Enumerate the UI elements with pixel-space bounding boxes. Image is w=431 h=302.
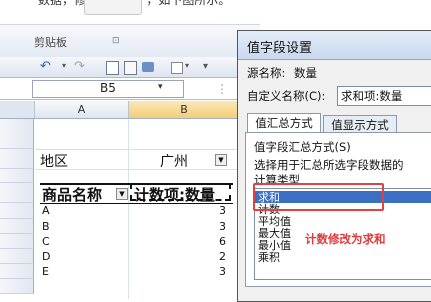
- pivot-item-name: E: [42, 265, 49, 278]
- paste-button-fragment[interactable]: [84, 0, 142, 15]
- pivot-item-value: 6: [219, 235, 226, 248]
- row-header[interactable]: [0, 169, 34, 183]
- checkbox-icon[interactable]: [171, 62, 183, 74]
- annotation-text: 计数修改为求和: [305, 232, 386, 246]
- select-all-corner[interactable]: [0, 101, 35, 119]
- list-item-average[interactable]: 平均值: [258, 216, 291, 227]
- pivot-item-name: D: [42, 250, 51, 263]
- pivot-item-value: 3: [219, 204, 226, 217]
- filter-dropdown-icon[interactable]: ▼: [215, 154, 227, 166]
- name-box-value: B5: [100, 81, 116, 95]
- custom-name-label: 自定义名称(C):: [247, 89, 326, 103]
- chevron-down-icon[interactable]: ▾: [158, 82, 163, 92]
- undo-icon[interactable]: ↶: [40, 59, 51, 74]
- clipboard-group-label: 剪贴板: [34, 36, 67, 49]
- filter-label: 地区: [40, 154, 68, 170]
- row-header[interactable]: [0, 234, 34, 249]
- pivot-item-name: C: [42, 235, 50, 248]
- source-name-value: 数量: [294, 66, 317, 80]
- grid-line: [35, 149, 239, 150]
- row-header[interactable]: [0, 119, 34, 149]
- more-commands-icon[interactable]: ▾: [203, 61, 208, 72]
- print-preview-icon[interactable]: [106, 61, 119, 75]
- row-labels-header: 商品名称: [42, 186, 103, 204]
- dialog-title: 值字段设置: [247, 41, 313, 56]
- list-item-min[interactable]: 最小值: [258, 240, 291, 251]
- annotation-highlight-box: [253, 183, 384, 211]
- row-header[interactable]: [0, 219, 34, 234]
- grid-line: [128, 119, 129, 299]
- tab-show-values-as[interactable]: 值显示方式: [323, 115, 397, 133]
- column-header-b[interactable]: B: [129, 101, 240, 119]
- pivot-item-name: B: [42, 220, 50, 233]
- row-header[interactable]: [0, 249, 34, 264]
- list-item-max[interactable]: 最大值: [258, 228, 291, 239]
- list-item-product[interactable]: 乘积: [258, 252, 280, 263]
- row-labels-dropdown-icon[interactable]: ▼: [116, 188, 128, 200]
- row-header[interactable]: [0, 149, 34, 169]
- custom-name-field[interactable]: 求和项:数量: [337, 86, 431, 106]
- chart-icon[interactable]: [142, 62, 154, 72]
- pivot-item-value: 3: [219, 220, 226, 233]
- column-header-a[interactable]: A: [35, 101, 129, 119]
- source-name-label: 源名称:: [247, 66, 286, 80]
- formula-separator: ⋮: [216, 82, 228, 96]
- undo-dropdown-icon[interactable]: ▾: [62, 61, 66, 70]
- document-icon[interactable]: [124, 61, 137, 75]
- customize-qat-icon[interactable]: ▾: [185, 61, 189, 70]
- choose-calc-label: 选择用于汇总所选字段数据的: [254, 158, 404, 172]
- row-header[interactable]: [0, 279, 34, 294]
- pivot-item-value: 2: [219, 250, 226, 263]
- pivot-item-value: 3: [219, 265, 226, 278]
- row-header[interactable]: [0, 203, 34, 219]
- summarize-by-label: 值字段汇总方式(S): [254, 140, 351, 154]
- filter-value: 广州: [160, 154, 188, 170]
- row-header[interactable]: [0, 264, 34, 279]
- value-field-header[interactable]: 计数项:数量: [134, 184, 215, 205]
- row-header[interactable]: [0, 183, 34, 203]
- redo-icon[interactable]: ↷: [74, 59, 85, 74]
- pivot-item-name: A: [42, 204, 50, 217]
- tab-summarize-values-by[interactable]: 值汇总方式: [247, 113, 321, 133]
- dialog-launcher-icon[interactable]: ⊡: [112, 36, 120, 46]
